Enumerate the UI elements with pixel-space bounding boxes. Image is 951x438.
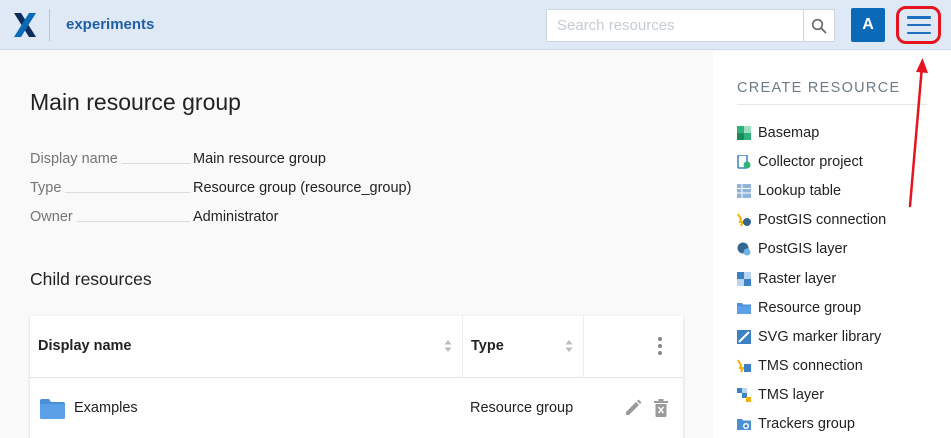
column-header-display-name[interactable]: Display name [30, 316, 462, 378]
sort-icon[interactable] [565, 339, 573, 353]
property-value: Main resource group [193, 151, 326, 167]
child-resources-heading: Child resources [30, 269, 152, 289]
sidebar-divider [737, 104, 927, 105]
sidebar-item-svg-marker-library[interactable]: SVG marker library [737, 322, 886, 351]
resource-properties: Display name Main resource group Type Re… [30, 148, 500, 235]
sidebar-item-postgis-connection[interactable]: PostGIS connection [737, 206, 886, 235]
lookup-table-icon [737, 183, 751, 198]
main-content: Main resource group Display name Main re… [0, 51, 713, 438]
sidebar-item-basemap[interactable]: Basemap [737, 118, 886, 147]
sidebar-item-tms-connection[interactable]: TMS connection [737, 352, 886, 381]
user-avatar-button[interactable]: A [851, 8, 885, 42]
property-value: Administrator [193, 209, 279, 225]
sidebar-item-label: Collector project [758, 153, 863, 170]
raster-layer-icon [737, 271, 751, 286]
search-input[interactable] [547, 10, 803, 41]
property-row-owner: Owner Administrator [30, 206, 500, 235]
hamburger-menu-icon [906, 16, 931, 34]
property-row-type: Type Resource group (resource_group) [30, 177, 500, 206]
sidebar-item-resource-group[interactable]: Resource group [737, 293, 886, 322]
svg-marker-icon [737, 329, 751, 344]
collector-icon [737, 154, 751, 169]
sidebar-item-label: PostGIS connection [758, 212, 887, 229]
property-label: Owner [30, 209, 77, 225]
sidebar-item-label: PostGIS layer [758, 241, 848, 258]
logo-divider [49, 9, 50, 41]
property-value: Resource group (resource_group) [193, 180, 412, 196]
sidebar-item-label: Basemap [758, 124, 820, 141]
row-display-name[interactable]: Examples [74, 400, 138, 416]
search-button[interactable] [803, 9, 835, 42]
folder-icon [40, 399, 65, 419]
sidebar-item-label: Trackers group [758, 416, 855, 433]
tms-connection-icon [737, 359, 751, 373]
sidebar-item-label: TMS layer [758, 387, 825, 404]
top-header: experiments A [0, 0, 951, 50]
column-header-actions [583, 316, 683, 378]
menu-button[interactable] [896, 6, 941, 44]
logo-icon[interactable] [13, 12, 37, 38]
trackers-group-icon [737, 419, 751, 431]
postgis-layer-icon [737, 242, 751, 256]
page-title: Main resource group [30, 89, 241, 115]
create-resource-list: Basemap Collector project Lookup table P… [737, 118, 886, 438]
child-resources-table: Display name Type Examples Resource grou… [30, 316, 683, 438]
basemap-icon [737, 125, 751, 140]
sidebar-item-lookup-table[interactable]: Lookup table [737, 176, 886, 205]
property-label: Display name [30, 151, 122, 167]
column-header-label: Type [471, 338, 504, 354]
sidebar-item-postgis-layer[interactable]: PostGIS layer [737, 235, 886, 264]
edit-icon[interactable] [624, 399, 642, 417]
sidebar-item-label: Lookup table [758, 182, 842, 199]
sidebar-item-label: SVG marker library [758, 328, 882, 345]
sidebar-item-label: Raster layer [758, 270, 837, 287]
sidebar-item-label: TMS connection [758, 358, 863, 375]
table-row[interactable]: Examples Resource group [30, 378, 683, 438]
property-label: Type [30, 180, 66, 196]
app-title[interactable]: experiments [66, 16, 154, 33]
delete-icon[interactable] [654, 399, 668, 417]
search-box [546, 9, 804, 42]
more-options-icon[interactable] [658, 337, 662, 355]
sidebar-item-label: Resource group [758, 299, 862, 316]
search-icon [811, 18, 827, 33]
postgis-connection-icon [737, 213, 751, 227]
create-resource-sidebar: CREATE RESOURCE Basemap Collector projec… [713, 51, 951, 438]
sidebar-item-raster-layer[interactable]: Raster layer [737, 264, 886, 293]
sort-icon[interactable] [444, 339, 452, 353]
sidebar-title: CREATE RESOURCE [737, 80, 901, 96]
sidebar-item-trackers-group[interactable]: Trackers group [737, 410, 886, 438]
sidebar-item-collector-project[interactable]: Collector project [737, 147, 886, 176]
column-header-label: Display name [38, 338, 132, 354]
column-header-type[interactable]: Type [462, 316, 583, 378]
property-row-display-name: Display name Main resource group [30, 148, 500, 177]
tms-layer-icon [737, 388, 751, 403]
sidebar-item-tms-layer[interactable]: TMS layer [737, 381, 886, 410]
row-type: Resource group [470, 400, 574, 416]
folder-icon [737, 302, 751, 314]
